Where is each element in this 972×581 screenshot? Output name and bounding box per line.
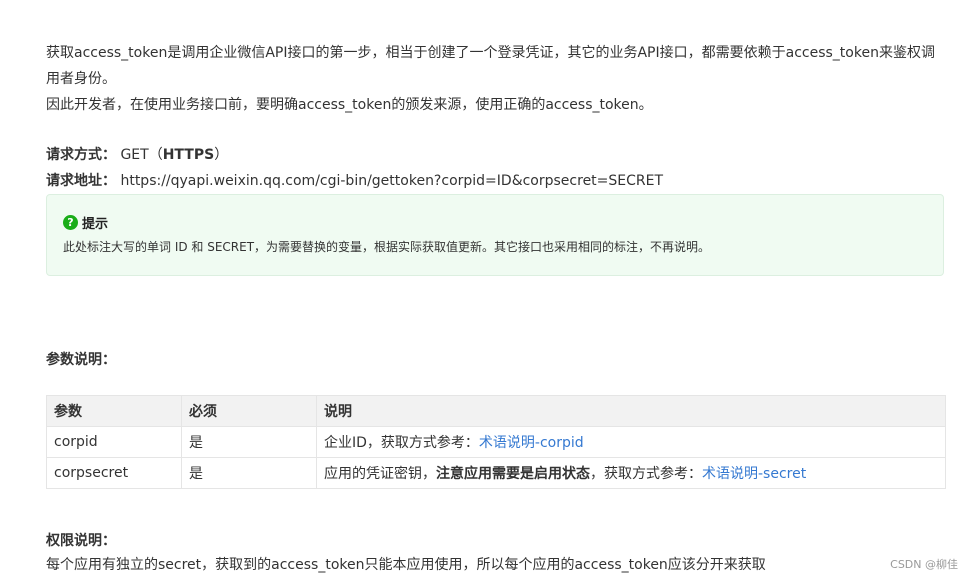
intro-paragraph-1: 获取access_token是调用企业微信API接口的第一步，相当于创建了一个登… [46,45,935,87]
request-method-value: GET（ [120,147,163,163]
csdn-watermark: CSDN @柳佳 [890,558,958,571]
param-name: corpsecret [46,457,182,489]
request-method: 请求方式： GET（HTTPS） [46,144,228,164]
request-method-protocol: HTTPS [162,147,215,163]
table-row: corpsecret 是 应用的凭证密钥，注意应用需要是启用状态，获取方式参考：… [46,457,946,489]
param-desc-emphasis: 注意应用需要是启用状态 [436,466,590,482]
question-circle-icon: ? [63,215,78,230]
permission-title: 权限说明： [46,533,116,549]
param-required: 是 [181,426,317,458]
table-header-description: 说明 [316,395,946,427]
param-description: 应用的凭证密钥，注意应用需要是启用状态，获取方式参考：术语说明-secret [316,457,946,489]
request-url: 请求地址： https://qyapi.weixin.qq.com/cgi-bi… [46,170,663,190]
request-method-label: 请求方式： [46,147,116,163]
param-required: 是 [181,457,317,489]
table-header-required: 必须 [181,395,317,427]
param-description: 企业ID，获取方式参考：术语说明-corpid [316,426,946,458]
permission-body: 每个应用有独立的secret，获取到的access_token只能本应用使用，所… [46,557,766,573]
param-desc-text-2: ，获取方式参考： [590,466,702,482]
term-link-corpid[interactable]: 术语说明-corpid [479,435,584,451]
table-row: corpid 是 企业ID，获取方式参考：术语说明-corpid [46,426,946,458]
intro-paragraph-2: 因此开发者，在使用业务接口前，要明确access_token的颁发来源，使用正确… [46,97,653,113]
table-header-row: 参数 必须 说明 [46,395,946,427]
request-method-close: ） [214,147,229,163]
table-header-param: 参数 [46,395,182,427]
intro-section: 获取access_token是调用企业微信API接口的第一步，相当于创建了一个登… [46,40,946,118]
request-url-value: https://qyapi.weixin.qq.com/cgi-bin/gett… [120,173,664,189]
tip-header: ? 提示 [63,213,108,232]
param-name: corpid [46,426,182,458]
tip-box: ? 提示 此处标注大写的单词 ID 和 SECRET，为需要替换的变量，根据实际… [46,194,944,276]
tip-title: 提示 [82,217,109,232]
params-table: 参数 必须 说明 corpid 是 企业ID，获取方式参考：术语说明-corpi… [46,395,946,489]
term-link-secret[interactable]: 术语说明-secret [702,466,806,482]
params-title: 参数说明： [46,352,116,368]
param-desc-text: 应用的凭证密钥， [324,466,436,482]
request-url-label: 请求地址： [46,173,116,189]
param-desc-text: 企业ID，获取方式参考： [324,435,479,451]
tip-body: 此处标注大写的单词 ID 和 SECRET，为需要替换的变量，根据实际获取值更新… [63,240,711,254]
